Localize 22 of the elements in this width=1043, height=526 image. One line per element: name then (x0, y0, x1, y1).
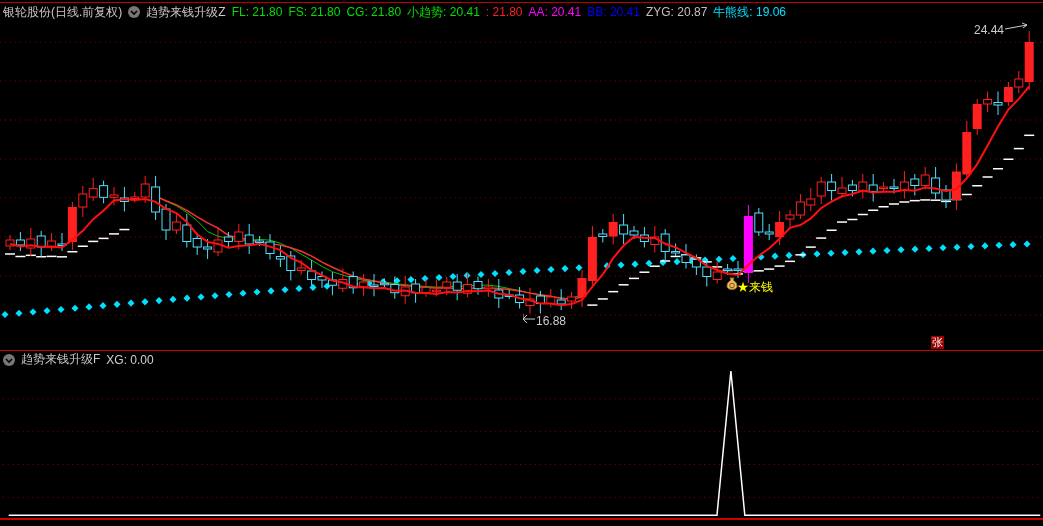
indicator-value: ZYG: 20.87 (645, 5, 708, 20)
indicator-value: 小趋势: 20.41 (407, 3, 480, 21)
indicator-value: BB: 20.41 (587, 5, 640, 20)
indicator-value: 牛熊线: 19.06 (713, 3, 787, 21)
indicator-value: XG: 0.00 (106, 352, 154, 367)
indicator-value: CG: 21.80 (346, 5, 402, 20)
indicator-name: 趋势来钱升级Z (146, 3, 226, 21)
indicator-value: : 21.80 (485, 5, 523, 20)
indicator-name: 趋势来钱升级F (21, 351, 101, 369)
stock-title: 银轮股份(日线.前复权) (3, 3, 123, 21)
low-price-label: 16.88 (536, 313, 567, 328)
indicator-value: FL: 21.80 (231, 5, 283, 20)
leader-arrow (1005, 21, 1029, 32)
high-price-label: 24.44 (974, 22, 1005, 37)
indicator-value: FS: 21.80 (288, 5, 341, 20)
dropdown-icon[interactable] (3, 353, 15, 366)
rise-badge: 张 (931, 335, 944, 349)
dropdown-icon[interactable] (128, 6, 141, 19)
money-bag-icon (725, 275, 739, 290)
indicator-value: AA: 20.41 (528, 5, 582, 20)
leader-arrow (523, 313, 535, 324)
signal-label: ★来钱 (737, 278, 773, 296)
